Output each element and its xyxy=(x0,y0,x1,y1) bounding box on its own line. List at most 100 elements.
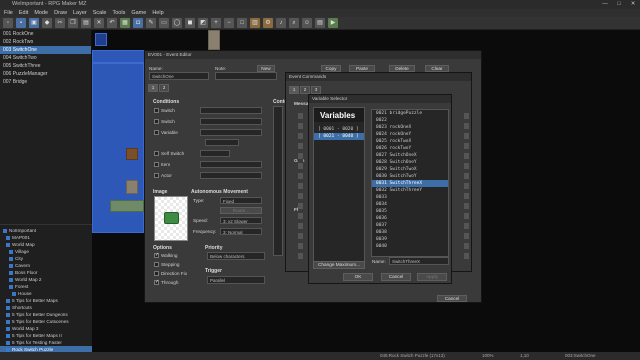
map-tree-item[interactable]: Forest xyxy=(0,283,92,290)
variable-name-field[interactable]: SwitchThreeX xyxy=(389,257,449,265)
save-project-icon[interactable]: ▣ xyxy=(29,18,39,28)
menu-draw[interactable]: Draw xyxy=(54,9,67,17)
cond-variable-checkbox[interactable] xyxy=(154,130,159,135)
map-tree-item[interactable]: Shortcuts xyxy=(0,304,92,311)
variable-item[interactable]: 0027 SwitchOneX xyxy=(372,152,448,159)
movement-speed-select[interactable]: 3: x2 Slower xyxy=(220,217,262,224)
zoom-out-icon[interactable]: − xyxy=(224,18,234,28)
event-name-field[interactable]: SwitchOne xyxy=(149,72,209,80)
movement-frequency-select[interactable]: 3: Normal xyxy=(220,228,262,235)
switch-list-item[interactable]: 004 SwitchTwo xyxy=(0,54,91,62)
switch-list-item[interactable]: 005 SwitchThree xyxy=(0,62,91,70)
cond-item-checkbox[interactable] xyxy=(154,162,159,167)
resource-manager-icon[interactable]: ▤ xyxy=(315,18,325,28)
menu-edit[interactable]: Edit xyxy=(19,9,28,17)
new-project-icon[interactable]: ▫ xyxy=(3,18,13,28)
map-tree-item[interactable]: House xyxy=(0,290,92,297)
variable-item[interactable]: 0026 rockTwoY xyxy=(372,145,448,152)
map-tree-item[interactable]: MAP001 xyxy=(0,234,92,241)
map-mode-icon[interactable]: ▦ xyxy=(120,18,130,28)
cond-variable-field[interactable] xyxy=(200,129,262,136)
map-tree-item[interactable]: World Map 3 xyxy=(0,325,92,332)
event-editor-cancel-button[interactable]: Cancel xyxy=(437,295,467,302)
maximize-button[interactable]: □ xyxy=(612,0,626,9)
map-tree-item[interactable]: 5 Tips for Better Cutscenes xyxy=(0,318,92,325)
plugin-manager-icon[interactable]: ⚙ xyxy=(263,18,273,28)
variable-item[interactable]: 0037 xyxy=(372,222,448,229)
character-generator-icon[interactable]: ☺ xyxy=(302,18,312,28)
variable-item[interactable]: 0035 xyxy=(372,208,448,215)
map-tree-item[interactable]: 5 Tips for Better Maps xyxy=(0,297,92,304)
change-maximum-button[interactable]: Change Maximum... xyxy=(313,261,365,269)
cond-actor-field[interactable] xyxy=(200,172,262,179)
option-checkbox[interactable] xyxy=(154,271,159,276)
menu-layer[interactable]: Layer xyxy=(73,9,87,17)
variable-apply-button[interactable]: Apply xyxy=(417,273,447,281)
variable-item[interactable]: 0029 SwitchTwoX xyxy=(372,166,448,173)
map-tree-item[interactable]: 5 Tips for Better Maps II xyxy=(0,332,92,339)
variable-item[interactable]: 0034 xyxy=(372,201,448,208)
rectangle-icon[interactable]: ▭ xyxy=(159,18,169,28)
switch-list-item[interactable]: 001 RockOne xyxy=(0,30,91,38)
variable-item[interactable]: 0024 rockOneY xyxy=(372,131,448,138)
variable-item[interactable]: 0028 SwitchOneY xyxy=(372,159,448,166)
cond-switch1-checkbox[interactable] xyxy=(154,108,159,113)
movement-type-select[interactable]: Fixed xyxy=(220,197,262,204)
shadow-pen-icon[interactable]: ◩ xyxy=(198,18,208,28)
deploy-icon[interactable]: ◆ xyxy=(42,18,52,28)
undo-icon[interactable]: ↶ xyxy=(107,18,117,28)
database-icon[interactable]: ▥ xyxy=(250,18,260,28)
map-tree-item[interactable]: 5 Tips for Better Dungeons xyxy=(0,311,92,318)
zoom-actual-icon[interactable]: □ xyxy=(237,18,247,28)
switch-list-item[interactable]: 006 PuzzleManager xyxy=(0,70,91,78)
cond-switch1-field[interactable] xyxy=(200,107,262,114)
menu-help[interactable]: Help xyxy=(152,9,163,17)
event-searcher-icon[interactable]: ⌕ xyxy=(289,18,299,28)
map-tree-item[interactable]: Boss Floor xyxy=(0,269,92,276)
trigger-select[interactable]: Parallel xyxy=(207,276,265,284)
variable-item[interactable]: 0036 xyxy=(372,215,448,222)
option-checkbox[interactable] xyxy=(154,252,159,258)
menu-mode[interactable]: Mode xyxy=(34,9,48,17)
event-mode-icon[interactable]: ◘ xyxy=(133,18,143,28)
variable-item[interactable]: 0030 SwitchTwoY xyxy=(372,173,448,180)
switch-list-item[interactable]: 002 RockTwo xyxy=(0,38,91,46)
cond-selfswitch-field[interactable] xyxy=(200,150,230,157)
cond-item-field[interactable] xyxy=(200,161,262,168)
fill-icon[interactable]: ◼ xyxy=(185,18,195,28)
commands-tab-3[interactable]: 3 xyxy=(311,86,321,94)
variable-group-item[interactable]: [ 0001 - 0020 ] xyxy=(314,126,364,133)
variable-item[interactable]: 0025 rockTwoX xyxy=(372,138,448,145)
priority-select[interactable]: Below characters xyxy=(207,252,265,260)
variable-item[interactable]: 0031 SwitchThreeX xyxy=(372,180,448,187)
zoom-in-icon[interactable]: + xyxy=(211,18,221,28)
menu-scale[interactable]: Scale xyxy=(93,9,107,17)
copy-icon[interactable]: ❐ xyxy=(68,18,78,28)
menu-game[interactable]: Game xyxy=(131,9,146,17)
switch-list-item[interactable]: 007 Bridge xyxy=(0,78,91,86)
delete-page-button[interactable]: Delete xyxy=(389,65,415,72)
variable-item[interactable]: 0038 xyxy=(372,229,448,236)
clear-page-button[interactable]: Clear xyxy=(425,65,449,72)
switch-list-item[interactable]: 003 SwitchOne xyxy=(0,46,91,54)
menu-file[interactable]: File xyxy=(4,9,13,17)
commands-buttons-column[interactable] xyxy=(298,113,303,263)
map-tree-item[interactable]: 5 Tips for Testing Faster xyxy=(0,339,92,346)
variable-item[interactable]: 0033 xyxy=(372,194,448,201)
variable-item[interactable]: 0040 xyxy=(372,243,448,250)
paste-page-button[interactable]: Paste xyxy=(349,65,375,72)
map-tree-item[interactable]: Cavern xyxy=(0,262,92,269)
new-page-button[interactable]: New xyxy=(257,65,275,72)
event-note-field[interactable] xyxy=(215,72,277,80)
commands-tab-2[interactable]: 2 xyxy=(300,86,310,94)
cond-switch2-checkbox[interactable] xyxy=(154,119,159,124)
commands-buttons-column-right[interactable] xyxy=(464,113,469,263)
cond-actor-checkbox[interactable] xyxy=(154,173,159,178)
page-tab-2[interactable]: 2 xyxy=(159,84,169,92)
variable-item[interactable]: 0039 xyxy=(372,236,448,243)
event-image-preview[interactable] xyxy=(154,196,188,241)
playtest-icon[interactable]: ▶ xyxy=(328,18,338,28)
map-tree-item[interactable]: World Map xyxy=(0,241,92,248)
delete-icon[interactable]: ✕ xyxy=(94,18,104,28)
paste-icon[interactable]: ▤ xyxy=(81,18,91,28)
